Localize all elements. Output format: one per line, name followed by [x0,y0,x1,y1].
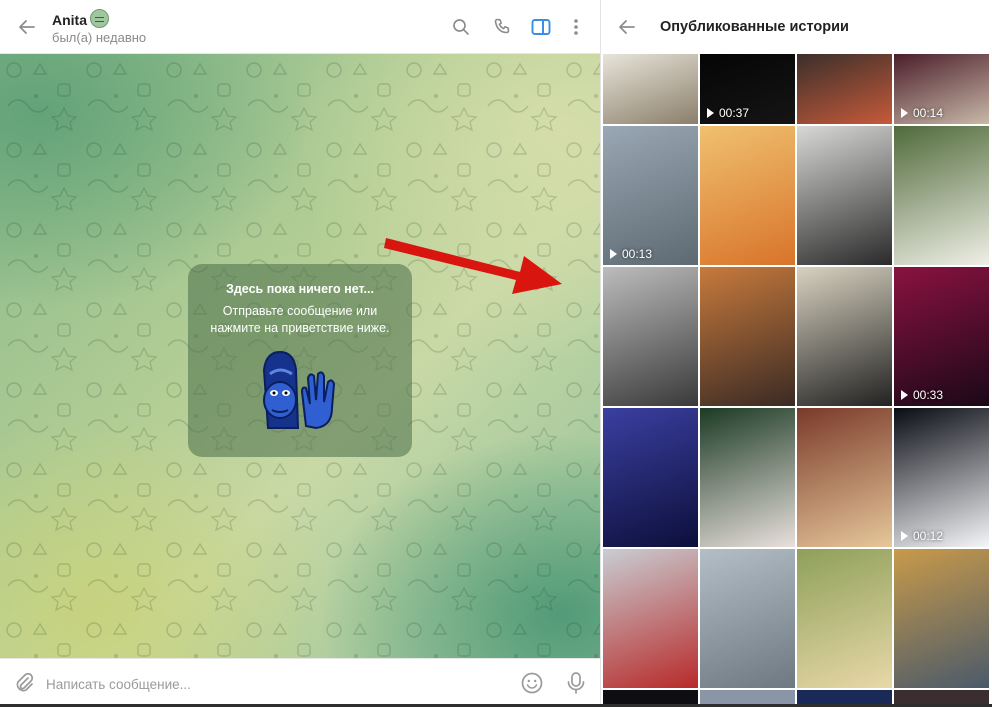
more-button[interactable] [561,12,591,42]
chat-header: Anita был(а) недавно [0,0,600,54]
play-icon [901,108,908,118]
video-duration-badge: 00:37 [707,106,749,120]
empty-title: Здесь пока ничего нет... [226,282,374,296]
story-tile[interactable] [700,549,795,688]
arrow-left-icon [19,20,35,34]
play-icon [901,390,908,400]
story-tile[interactable]: 00:13 [603,126,698,265]
empty-chat-card: Здесь пока ничего нет... Отправьте сообщ… [188,264,412,457]
message-input[interactable] [44,671,468,697]
video-duration-badge: 00:33 [901,388,943,402]
story-tile[interactable] [797,408,892,547]
story-tile[interactable]: 00:33 [894,267,989,406]
chat-background: Здесь пока ничего нет... Отправьте сообщ… [0,54,600,658]
story-tile[interactable] [894,126,989,265]
story-tile[interactable] [797,126,892,265]
arrow-left-icon [619,20,635,34]
red-arrow-annotation [384,238,562,294]
stories-title: Опубликованные истории [660,19,849,35]
search-button[interactable] [446,12,476,42]
story-tile[interactable]: 00:37 [700,54,795,124]
paperclip-icon [16,672,34,692]
story-tile[interactable] [603,408,698,547]
story-tile[interactable] [700,126,795,265]
story-tile[interactable]: 00:12 [894,408,989,547]
play-icon [707,108,714,118]
emoji-status-icon [90,9,109,28]
peer-status: был(а) недавно [52,30,147,45]
story-tile[interactable] [700,267,795,406]
stories-header: Опубликованные истории [601,0,992,54]
story-tile[interactable] [894,549,989,688]
video-duration: 00:13 [622,247,653,261]
smile-icon [521,672,543,694]
composer [0,658,600,707]
emoji-button[interactable] [517,668,547,698]
sidebar-icon [531,19,551,35]
empty-text: Отправьте сообщение или нажмите на приве… [210,304,390,335]
back-button[interactable] [12,12,42,42]
story-tile[interactable] [797,267,892,406]
waving-monkey-sticker-icon [262,350,336,430]
search-icon [453,19,469,35]
toggle-sidebar-button[interactable] [526,12,556,42]
video-duration: 00:14 [913,106,944,120]
stories-back-button[interactable] [612,12,642,42]
more-vertical-icon [574,19,578,35]
play-icon [610,249,617,259]
story-tile[interactable] [603,267,698,406]
call-button[interactable] [487,12,517,42]
story-tile[interactable]: 00:14 [894,54,989,124]
phone-icon [494,18,510,34]
peer-name-text: Anita [52,12,87,28]
peer-name[interactable]: Anita [52,9,109,28]
stories-panel: Опубликованные истории 00:37 00:14 00:13 00… [601,0,992,707]
play-icon [901,531,908,541]
story-tile[interactable] [603,54,698,124]
story-tile[interactable] [797,549,892,688]
attach-button[interactable] [9,668,39,698]
video-duration-badge: 00:12 [901,529,943,543]
story-tile[interactable] [700,408,795,547]
microphone-icon [567,672,585,694]
story-tile[interactable] [797,54,892,124]
video-duration-badge: 00:13 [610,247,652,261]
video-duration-badge: 00:14 [901,106,943,120]
video-duration: 00:37 [719,106,750,120]
voice-message-button[interactable] [561,668,591,698]
video-duration: 00:12 [913,529,944,543]
greeting-sticker[interactable] [250,348,350,437]
chat-pane: Anita был(а) недавно Здесь пока ничего н… [0,0,600,707]
story-tile[interactable] [603,549,698,688]
video-duration: 00:33 [913,388,944,402]
